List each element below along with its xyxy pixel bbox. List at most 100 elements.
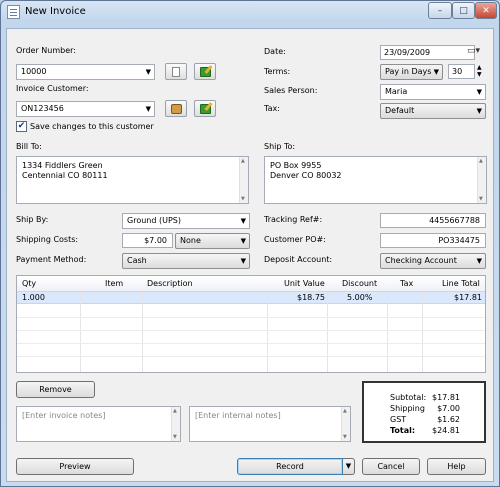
column-header-tax[interactable]: Tax [400, 279, 413, 288]
column-divider [267, 292, 268, 372]
column-header-unit-value[interactable]: Unit Value [284, 279, 325, 288]
invoice-customer-combo[interactable]: ON123456 ▼ [16, 101, 155, 117]
column-header-discount[interactable]: Discount [342, 279, 377, 288]
chevron-down-icon: ▼ [240, 217, 246, 225]
column-header-description[interactable]: Description [147, 279, 193, 288]
sales-person-label: Sales Person: [264, 86, 318, 95]
date-field[interactable]: 23/09/2009 [380, 45, 475, 60]
customer-card-button[interactable] [165, 100, 187, 117]
sales-person-value: Maria [385, 87, 408, 96]
row-divider [17, 317, 485, 318]
deposit-account-combo[interactable]: Checking Account ▼ [380, 253, 486, 269]
table-row[interactable]: 1.000 $18.75 5.00% $17.81 [17, 292, 485, 304]
cell-unit-value: $18.75 [297, 293, 325, 302]
internal-notes-textarea[interactable]: [Enter internal notes] [189, 406, 351, 442]
remove-button[interactable]: Remove [16, 381, 95, 398]
date-value: 23/09/2009 [384, 48, 431, 57]
chevron-down-icon: ▼ [145, 105, 151, 113]
internal-notes-scrollbar[interactable] [341, 407, 350, 441]
chevron-down-icon: ▼ [240, 257, 246, 265]
customer-po-field[interactable]: PO334475 [380, 233, 486, 248]
ship-to-label: Ship To: [264, 142, 296, 151]
payment-method-combo[interactable]: Cash ▼ [122, 253, 250, 269]
terms-days-field[interactable]: 30 [448, 64, 475, 79]
payment-method-label: Payment Method: [16, 255, 87, 264]
shipping-costs-label: Shipping Costs: [16, 235, 79, 244]
sales-person-combo[interactable]: Maria ▼ [380, 84, 486, 100]
bill-to-scrollbar[interactable] [239, 157, 248, 203]
ship-to-textarea[interactable]: PO Box 9955 Denver CO 80032 [264, 156, 487, 204]
cancel-button[interactable]: Cancel [362, 458, 420, 475]
subtotal-value: $17.81 [432, 393, 460, 402]
help-button[interactable]: Help [427, 458, 486, 475]
terms-label: Terms: [264, 67, 291, 76]
bill-to-textarea[interactable]: 1334 Fiddlers Green Centennial CO 80111 [16, 156, 249, 204]
shipping-tax-combo[interactable]: None ▼ [175, 233, 250, 249]
save-changes-label: Save changes to this customer [30, 122, 154, 131]
ship-to-line: PO Box 9955 [270, 161, 322, 170]
totals-panel: Subtotal: $17.81 Shipping $7.00 GST $1.6… [362, 381, 486, 443]
tracking-ref-field[interactable]: 4455667788 [380, 213, 486, 228]
save-changes-checkbox[interactable]: ✔ [16, 121, 27, 132]
ship-by-combo[interactable]: Ground (UPS) ▼ [122, 213, 250, 229]
minimize-button[interactable]: – [428, 2, 452, 19]
terms-value: Pay in Days [385, 67, 432, 76]
tracking-ref-label: Tracking Ref#: [264, 215, 323, 224]
edit-order-button[interactable] [194, 63, 216, 80]
column-divider [422, 292, 423, 372]
cell-qty: 1.000 [22, 293, 45, 302]
terms-days-spinner[interactable]: ▲ ▼ [477, 64, 482, 78]
internal-notes-placeholder: [Enter internal notes] [195, 411, 281, 420]
customer-po-value: PO334475 [438, 236, 480, 245]
shipping-tax-value: None [180, 236, 201, 245]
gst-label: GST [390, 415, 407, 424]
shipping-costs-value: $7.00 [144, 236, 167, 245]
tax-combo[interactable]: Default ▼ [380, 103, 486, 119]
column-header-item[interactable]: Item [105, 279, 123, 288]
deposit-account-value: Checking Account [385, 256, 457, 265]
edit-icon [200, 67, 211, 77]
column-header-qty[interactable]: Qty [22, 279, 36, 288]
chevron-down-icon: ▼ [476, 107, 482, 115]
maximize-button[interactable]: □ [452, 2, 475, 19]
gst-value: $1.62 [437, 415, 460, 424]
date-label: Date: [264, 47, 286, 56]
address-card-icon [171, 104, 182, 114]
preview-button[interactable]: Preview [16, 458, 134, 475]
column-header-line-total[interactable]: Line Total [442, 279, 480, 288]
calendar-icon[interactable]: ▭▾ [467, 46, 480, 56]
edit-customer-button[interactable] [194, 100, 216, 117]
column-divider [327, 292, 328, 372]
terms-combo[interactable]: Pay in Days ▼ [380, 64, 443, 80]
new-order-button[interactable] [165, 63, 187, 80]
record-button[interactable]: Record [237, 458, 343, 475]
title-bar[interactable]: New Invoice – □ ✕ [1, 1, 499, 23]
close-button[interactable]: ✕ [475, 2, 497, 19]
chevron-down-icon: ▼ [145, 68, 151, 76]
document-icon [172, 67, 180, 77]
cell-discount: 5.00% [347, 293, 373, 302]
invoice-lines-table[interactable]: Qty Item Description Unit Value Discount… [16, 275, 486, 373]
order-number-combo[interactable]: 10000 ▼ [16, 64, 155, 80]
ship-by-label: Ship By: [16, 215, 49, 224]
ship-to-scrollbar[interactable] [477, 157, 486, 203]
invoice-notes-textarea[interactable]: [Enter invoice notes] [16, 406, 181, 442]
tracking-ref-value: 4455667788 [429, 216, 480, 225]
total-label: Total: [390, 426, 416, 435]
invoice-notes-placeholder: [Enter invoice notes] [22, 411, 106, 420]
new-invoice-window: New Invoice – □ ✕ Order Number: 10000 ▼ … [0, 0, 500, 487]
column-divider [142, 292, 143, 372]
column-divider [80, 292, 81, 372]
invoice-notes-scrollbar[interactable] [171, 407, 180, 441]
tax-label: Tax: [264, 104, 280, 113]
total-value: $24.81 [432, 426, 460, 435]
row-divider [17, 343, 485, 344]
bill-to-label: Bill To: [16, 142, 42, 151]
record-options-dropdown[interactable]: ▼ [343, 458, 355, 475]
ship-to-line: Denver CO 80032 [270, 171, 342, 180]
window-title: New Invoice [25, 6, 86, 17]
invoice-customer-value: ON123456 [21, 104, 64, 113]
shipping-total-value: $7.00 [437, 404, 460, 413]
shipping-costs-field[interactable]: $7.00 [122, 233, 173, 248]
order-number-label: Order Number: [16, 46, 76, 55]
